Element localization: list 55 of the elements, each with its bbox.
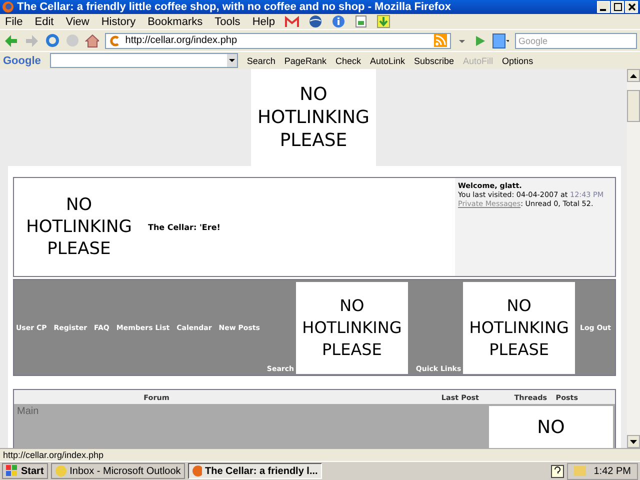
menu-item[interactable]: Help — [252, 16, 275, 28]
maximize-button[interactable] — [611, 1, 624, 13]
toolbar-button[interactable]: PageRank — [284, 56, 326, 66]
scrollbar[interactable] — [627, 69, 640, 448]
site-icon — [109, 34, 122, 46]
start-button[interactable]: Start — [2, 463, 48, 479]
address-field[interactable]: http://cellar.org/index.php — [105, 32, 452, 48]
windows-logo-icon — [6, 465, 18, 477]
status-text: http://cellar.org/index.php — [3, 450, 104, 460]
maximize-icon — [614, 3, 622, 11]
reload-icon[interactable] — [45, 33, 60, 48]
hotlink-image: NO — [489, 406, 613, 448]
scroll-thumb[interactable] — [627, 90, 640, 122]
globe-icon[interactable] — [308, 15, 322, 28]
menu-item[interactable]: Edit — [34, 16, 54, 28]
hotlink-image: NO HOTLINKING PLEASE — [463, 282, 575, 374]
home-icon[interactable] — [85, 33, 100, 48]
search-engine-icon[interactable] — [492, 32, 509, 48]
menu-item[interactable]: Bookmarks — [148, 16, 203, 28]
taskbar-button[interactable]: Inbox - Microsoft Outlook — [50, 463, 185, 479]
feed-icon — [434, 34, 448, 47]
info-icon[interactable] — [332, 15, 345, 28]
help-icon[interactable] — [550, 464, 564, 478]
up-arrow-icon — [630, 74, 637, 78]
toolbar-button[interactable]: AutoLink — [370, 56, 405, 66]
browser-icon — [2, 1, 14, 13]
window-title: The Cellar: a friendly little coffee shop, with no coffee and no shop - Mozilla Firefox — [17, 1, 452, 13]
scroll-down-button[interactable] — [627, 435, 640, 448]
minimize-button[interactable] — [597, 1, 610, 13]
scroll-up-button[interactable] — [627, 69, 640, 82]
back-icon[interactable] — [3, 32, 18, 48]
close-icon — [628, 3, 636, 11]
page-icon[interactable] — [354, 15, 367, 28]
mail-icon[interactable] — [284, 16, 299, 28]
hotlink-image: NO HOTLINKING PLEASE — [296, 282, 408, 374]
taskbar-button[interactable]: The Cellar: a friendly l... — [188, 463, 322, 479]
hotlink-image: NO HOTLINKING PLEASE — [251, 69, 376, 166]
clock: 1:42 PM — [594, 466, 631, 476]
down-arrow-icon — [630, 440, 637, 444]
toolbar-button[interactable]: Search — [246, 56, 276, 66]
google-logo[interactable]: Google — [3, 54, 41, 66]
menu-item[interactable]: View — [66, 16, 90, 28]
dropdown-icon — [226, 54, 237, 67]
toolbar-button[interactable]: Subscribe — [414, 56, 454, 66]
app-icon — [54, 465, 67, 477]
toolbar-button[interactable]: Options — [502, 56, 534, 66]
google-search-field[interactable] — [50, 53, 238, 68]
app-icon — [192, 465, 202, 477]
close-button[interactable] — [625, 1, 638, 13]
toolbar-button[interactable]: Check — [335, 56, 361, 66]
menu-item[interactable]: Tools — [214, 16, 240, 28]
menu-item[interactable]: History — [101, 16, 136, 28]
download-icon[interactable] — [376, 15, 390, 28]
site-tagline: The Cellar: 'Ere! — [148, 222, 220, 232]
menu-item[interactable]: File — [5, 16, 23, 28]
